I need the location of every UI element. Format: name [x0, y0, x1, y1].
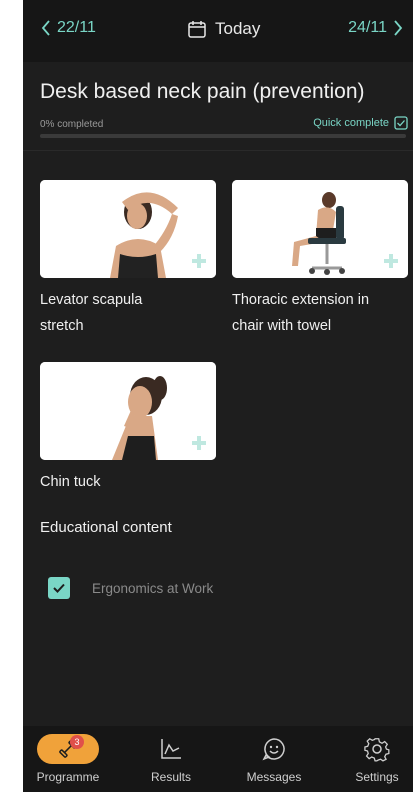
exercise-label-line: Chin tuck — [40, 474, 101, 490]
exercise-card-thoracic-extension[interactable] — [232, 180, 408, 278]
check-square-icon — [394, 116, 408, 130]
education-item-label: Ergonomics at Work — [92, 580, 214, 596]
exercise-label-line: Levator scapula — [40, 292, 143, 308]
exercise-label-chin-tuck: Chin tuck — [40, 469, 100, 495]
bottom-tab-bar: 3 Programme Results Messages Settings — [23, 726, 413, 792]
notification-badge: 3 — [70, 735, 84, 749]
exercise-label-line: Thoracic extension in — [232, 292, 370, 308]
exercise-card-chin-tuck[interactable] — [40, 362, 216, 460]
app-screen: 22/11 Today 24/11 Desk based neck pain (… — [23, 0, 413, 792]
next-day-label: 24/11 — [348, 19, 387, 36]
tab-label: Messages — [246, 770, 302, 784]
today-button[interactable]: Today — [187, 19, 260, 39]
progress-bar — [40, 134, 406, 138]
exercise-label-line: stretch — [40, 318, 84, 334]
divider — [23, 150, 413, 151]
progress-label: 0% completed — [40, 119, 104, 130]
exercise-photo-thoracic-extension — [232, 180, 408, 278]
exercise-label-thoracic-extension: Thoracic extension in chair with towel — [232, 287, 369, 339]
exercise-label-line: chair with towel — [232, 318, 332, 334]
exercise-photo-chin-tuck — [40, 362, 216, 460]
exercise-label-levator-scapula: Levator scapula stretch — [40, 287, 142, 339]
previous-day-label: 22/11 — [57, 19, 96, 36]
tab-label: Results — [150, 770, 191, 784]
calendar-icon — [188, 21, 206, 38]
quick-complete-label: Quick complete — [313, 117, 389, 129]
exercise-photo-levator-scapula — [40, 180, 216, 278]
add-plus-icon — [192, 436, 206, 450]
chevron-right-icon — [394, 20, 403, 36]
add-plus-icon — [384, 254, 398, 268]
tab-messages[interactable]: Messages — [234, 734, 314, 784]
educational-content-heading: Educational content — [40, 519, 172, 536]
exercise-card-levator-scapula[interactable] — [40, 180, 216, 278]
chart-line-icon — [161, 739, 181, 759]
education-item-checkbox[interactable] — [48, 577, 70, 599]
date-navigation-bar: 22/11 Today 24/11 — [23, 0, 413, 62]
education-item-ergonomics[interactable]: Ergonomics at Work — [48, 577, 213, 599]
add-plus-icon — [192, 254, 206, 268]
previous-day-button[interactable]: 22/11 — [41, 19, 96, 37]
checkmark-icon — [53, 583, 65, 593]
tab-programme[interactable]: 3 Programme — [28, 734, 108, 784]
quick-complete-button[interactable]: Quick complete — [313, 116, 408, 130]
gear-icon — [364, 737, 390, 762]
tab-results[interactable]: Results — [131, 734, 211, 784]
active-tab-indicator: 3 — [37, 734, 99, 764]
tab-label: Programme — [36, 770, 100, 784]
programme-title: Desk based neck pain (prevention) — [40, 80, 365, 103]
next-day-button[interactable]: 24/11 — [348, 19, 403, 37]
tab-label: Settings — [355, 770, 399, 784]
smiley-chat-icon — [262, 738, 285, 761]
chevron-left-icon — [41, 20, 50, 36]
today-label: Today — [215, 19, 261, 38]
tab-settings[interactable]: Settings — [337, 734, 413, 784]
